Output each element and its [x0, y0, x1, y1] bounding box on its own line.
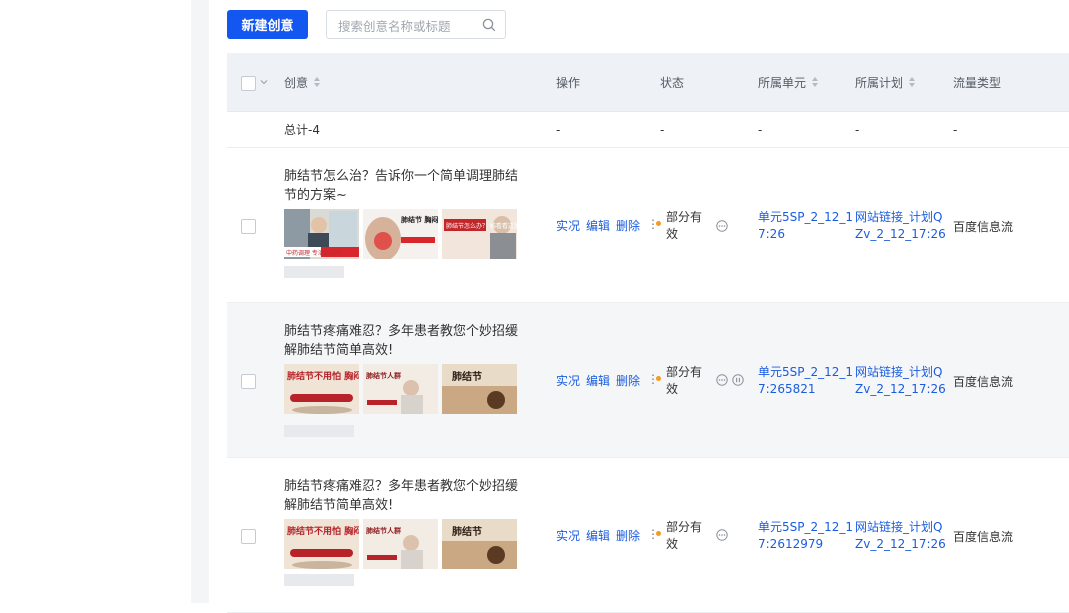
- flow-type: 百度信息流: [953, 530, 1014, 544]
- edit-link[interactable]: 编辑: [586, 527, 610, 544]
- thumb-text: 肺结节人群: [366, 526, 401, 535]
- search-input[interactable]: 搜索创意名称或标题: [338, 16, 451, 35]
- thumb-text: 肺结节 胸闷气短: [401, 215, 438, 224]
- column-plan[interactable]: 所属计划: [855, 53, 916, 111]
- status-text: 部分有效: [666, 210, 703, 241]
- creative-thumbnail[interactable]: 肺结节: [442, 519, 517, 569]
- total-unit: -: [758, 122, 763, 137]
- total-plan: -: [855, 122, 860, 137]
- status-dot-icon: [656, 221, 661, 226]
- panel-divider: [191, 0, 209, 603]
- select-all-checkbox[interactable]: [241, 76, 256, 91]
- total-row: 总计-4 - - - - -: [227, 112, 1069, 148]
- table-header: 创意 操作 状态 所属单元 所属计划 流量类型: [227, 53, 1069, 112]
- total-status: -: [660, 122, 665, 137]
- row-actions: 实况 编辑 删除: [556, 148, 646, 302]
- pause-icon[interactable]: [732, 374, 744, 386]
- live-link[interactable]: 实况: [556, 217, 580, 234]
- sort-icon[interactable]: [909, 76, 916, 88]
- thumb-text: 中药调理 专治肺结节: [286, 249, 342, 257]
- creative-thumbnail[interactable]: 肺结节: [442, 364, 517, 414]
- plan-link[interactable]: 网站链接_计划Q Zv_2_12_17:26: [855, 364, 946, 398]
- row-actions: 实况 编辑 删除: [556, 303, 646, 457]
- edit-link[interactable]: 编辑: [586, 372, 610, 389]
- search-icon[interactable]: [482, 18, 496, 32]
- row-checkbox[interactable]: [241, 529, 256, 544]
- plan-link[interactable]: 网站链接_计划Q Zv_2_12_17:26: [855, 519, 946, 553]
- creative-title[interactable]: 肺结节疼痛难忍？多年患者教您个妙招缓解肺结节简单高效!: [284, 322, 520, 360]
- column-flow-type: 流量类型: [953, 75, 1002, 90]
- row-checkbox[interactable]: [241, 219, 256, 234]
- thumb-text: 肺结节: [452, 525, 482, 538]
- more-options-icon[interactable]: [716, 220, 728, 232]
- table-row: 肺结节怎么治？告诉你一个简单调理肺结节的方案~ 中药调理 专治肺结节 肺结节 胸…: [227, 148, 1069, 303]
- live-link[interactable]: 实况: [556, 372, 580, 389]
- creative-thumbnail[interactable]: 肺结节怎么办？ 姊看看这里！: [442, 209, 517, 259]
- more-options-icon[interactable]: [716, 374, 728, 386]
- creative-thumbnail[interactable]: 肺结节人群: [363, 364, 438, 414]
- total-ops: -: [556, 122, 561, 137]
- row-checkbox[interactable]: [241, 374, 256, 389]
- new-creative-button[interactable]: 新建创意: [227, 10, 308, 39]
- status-text: 部分有效: [666, 365, 703, 396]
- delete-link[interactable]: 删除: [616, 217, 640, 234]
- table-row: 肺结节疼痛难忍？多年患者教您个妙招缓解肺结节简单高效! 肺结节不用怕 胸闷气短心…: [227, 303, 1069, 458]
- creative-title[interactable]: 肺结节疼痛难忍？多年患者教您个妙招缓解肺结节简单高效!: [284, 477, 520, 515]
- delete-link[interactable]: 删除: [616, 527, 640, 544]
- thumb-text: 肺结节怎么办？ 姊看看这里！: [446, 222, 517, 230]
- column-unit[interactable]: 所属单元: [758, 53, 819, 111]
- creative-thumbnail[interactable]: 肺结节人群: [363, 519, 438, 569]
- total-label: 总计-4: [284, 123, 320, 137]
- left-panel: [0, 0, 191, 603]
- column-ops: 操作: [556, 75, 581, 90]
- unit-link[interactable]: 单元5SP_2_12_1 7:26: [758, 209, 853, 243]
- thumb-text: 肺结节不用怕 胸闷气短心慌憋闷: [287, 525, 359, 537]
- more-options-icon[interactable]: [716, 529, 728, 541]
- flow-type: 百度信息流: [953, 220, 1014, 234]
- thumb-text: 肺结节: [452, 370, 482, 383]
- unit-link[interactable]: 单元5SP_2_12_1 7:265821: [758, 364, 853, 398]
- creative-thumbnail[interactable]: 中药调理 专治肺结节: [284, 209, 359, 259]
- column-status: 状态: [660, 75, 685, 90]
- total-flow: -: [953, 122, 958, 137]
- flow-type: 百度信息流: [953, 375, 1014, 389]
- delete-link[interactable]: 删除: [616, 372, 640, 389]
- creative-thumbnail[interactable]: 肺结节不用怕 胸闷气短心慌憋闷: [284, 519, 359, 569]
- creative-thumbnail[interactable]: 肺结节不用怕 胸闷气短心慌憋闷: [284, 364, 359, 414]
- sort-icon[interactable]: [812, 76, 819, 88]
- thumb-text: 肺结节人群: [366, 371, 401, 380]
- table-row: 肺结节疼痛难忍？多年患者教您个妙招缓解肺结节简单高效! 肺结节不用怕 胸闷气短心…: [227, 458, 1069, 613]
- creative-thumbnail[interactable]: 肺结节 胸闷气短: [363, 209, 438, 259]
- live-link[interactable]: 实况: [556, 527, 580, 544]
- chevron-down-icon[interactable]: [260, 78, 268, 86]
- row-actions: 实况 编辑 删除: [556, 458, 646, 612]
- unit-link[interactable]: 单元5SP_2_12_1 7:2612979: [758, 519, 853, 553]
- edit-link[interactable]: 编辑: [586, 217, 610, 234]
- status-dot-icon: [656, 376, 661, 381]
- redacted-text: [284, 574, 354, 586]
- sort-icon[interactable]: [314, 76, 321, 88]
- thumb-text: 肺结节不用怕 胸闷气短心慌憋闷: [287, 370, 359, 382]
- column-creative[interactable]: 创意: [284, 53, 321, 111]
- plan-link[interactable]: 网站链接_计划Q Zv_2_12_17:26: [855, 209, 946, 243]
- status-text: 部分有效: [666, 520, 703, 551]
- creative-list-panel: 新建创意 搜索创意名称或标题 创意 操作 状态 所属单元 所属计划 流量类型 总…: [209, 0, 1069, 613]
- redacted-text: [284, 266, 344, 278]
- redacted-text: [284, 425, 354, 437]
- creative-title[interactable]: 肺结节怎么治？告诉你一个简单调理肺结节的方案~: [284, 167, 520, 205]
- status-dot-icon: [656, 531, 661, 536]
- search-box[interactable]: 搜索创意名称或标题: [326, 10, 506, 39]
